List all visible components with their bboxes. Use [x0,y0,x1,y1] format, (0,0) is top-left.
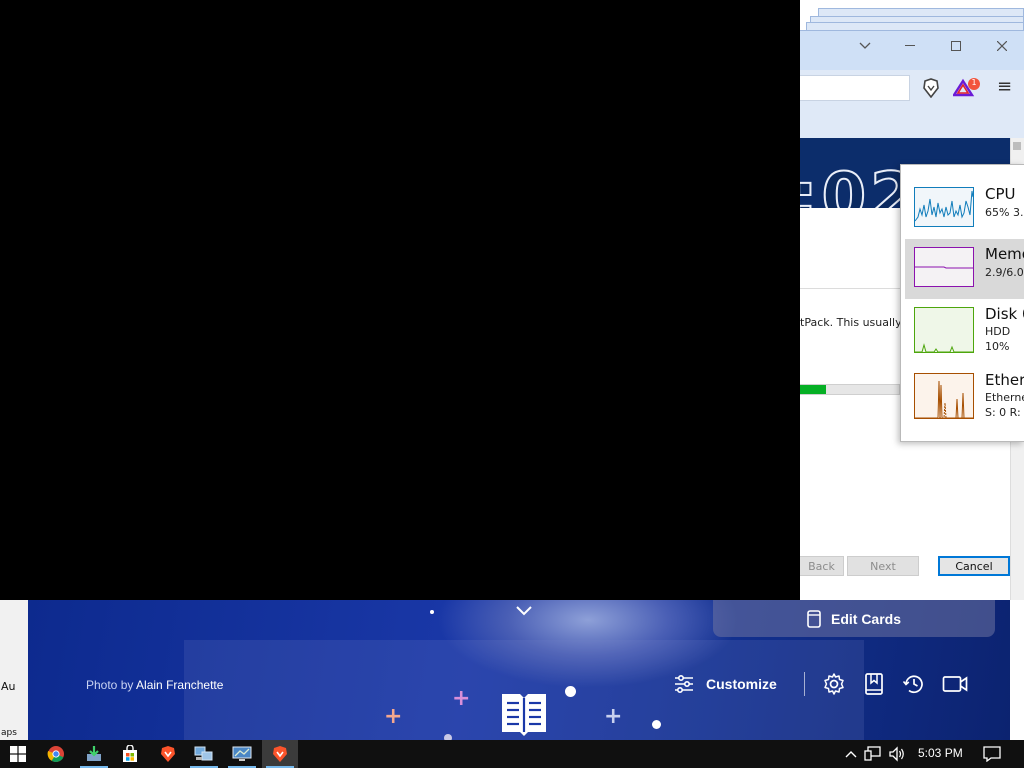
network-tray-button[interactable] [862,740,884,768]
reader-mode-book-icon[interactable] [498,688,550,740]
brave-icon [273,746,287,762]
customize-button[interactable]: Customize [674,672,777,696]
next-button[interactable]: Next [847,556,919,576]
perf-item-title: Etherr [985,371,1024,389]
rewards-badge: 1 [971,78,977,87]
blank-video-overlay [0,0,800,600]
taskbar-clock[interactable]: 5:03 PM [918,746,963,760]
decorative-dot [430,610,434,614]
start-button[interactable] [0,740,36,768]
volume-tray-button[interactable] [886,740,908,768]
close-button[interactable] [979,31,1024,61]
toolbar-separator [804,672,805,696]
installer-status-text: tPack. This usually ta [800,316,900,329]
perf-item-title: Disk 0 [985,305,1024,323]
store-bag-icon [123,745,137,762]
brave-icon [161,746,175,762]
maximize-button[interactable] [933,31,979,61]
chevron-up-icon [845,751,857,758]
action-center-button[interactable] [980,740,1004,768]
disk-graph [914,307,974,353]
cpu-graph [914,187,974,227]
photo-credit-prefix: Photo by [86,678,134,692]
brave-rewards-button[interactable]: 1 [951,78,983,102]
perf-item-value: 10% [985,340,1010,353]
download-installer-icon [87,746,101,761]
install-progress-bar [800,384,900,395]
bookmarks-icon[interactable] [862,672,886,696]
history-icon[interactable] [902,672,926,696]
notifications-icon [983,746,1001,762]
perf-item-title: CPU [985,185,1016,203]
rewards-triangle-icon [951,78,980,97]
browser-menu-button[interactable]: ≡ [997,76,1012,97]
brave-shields-button[interactable] [922,78,940,102]
perf-item-value: HDD [985,325,1011,338]
chevron-down-icon [859,42,871,49]
installer-divider [800,288,900,289]
task-manager-performance-panel: CPU 65% 3.7 Memo 2.9/6.0 Disk 0 HDD 10% … [900,164,1024,442]
minimize-icon [905,45,915,46]
ethernet-graph [914,373,974,419]
network-computers-icon [194,746,213,761]
close-icon [997,41,1007,51]
decorative-sparkle: + [452,686,471,711]
perf-item-disk[interactable]: Disk 0 HDD 10% [905,299,1024,359]
maximize-icon [951,41,961,51]
chrome-icon [47,746,64,762]
address-bar[interactable] [800,75,910,101]
cards-icon [807,609,821,628]
network-wired-icon [864,746,881,761]
perf-item-ethernet[interactable]: Etherr Etherne S: 0 R: 0 [905,365,1024,425]
chevron-down-icon[interactable] [514,604,534,618]
perf-item-memory[interactable]: Memo 2.9/6.0 [905,239,1024,299]
bookmarks-bar [800,106,1024,138]
install-progress-fill [800,385,826,394]
taskbar-downloads[interactable] [76,740,112,768]
cancel-button[interactable]: Cancel [938,556,1010,576]
memory-graph [914,247,974,287]
taskbar-remote-desktop[interactable] [224,740,260,768]
perf-item-value: 2.9/6.0 [985,266,1024,279]
decorative-sparkle: + [384,704,403,729]
taskbar-brave[interactable] [150,740,186,768]
tab-search-button[interactable] [842,31,888,61]
taskbar-store[interactable] [112,740,148,768]
windows-logo-icon [10,746,26,762]
minimize-button[interactable] [887,31,933,61]
sliders-icon [675,674,693,694]
decorative-sparkle: + [604,704,623,729]
perf-item-title: Memo [985,245,1024,263]
taskbar: 5:03 PM [0,740,1024,768]
perf-item-value: Etherne [985,391,1024,404]
taskbar-network-tool[interactable] [186,740,222,768]
scroll-up-arrow-icon[interactable] [1013,142,1021,150]
back-button[interactable]: Back [800,556,844,576]
speaker-icon [889,746,904,762]
brave-lion-icon [923,78,939,99]
new-tab-page: Edit Cards Photo by Alain Franchette Cus… [28,600,1010,740]
photographer-link[interactable]: Alain Franchette [136,678,223,692]
perf-item-value: 65% 3.7 [985,206,1024,219]
decorative-dot [652,720,661,729]
monitor-icon [232,746,252,761]
perf-item-cpu[interactable]: CPU 65% 3.7 [905,179,1024,239]
perf-item-value: S: 0 R: 0 [985,406,1024,419]
photo-credit: Photo by Alain Franchette [86,678,223,692]
desktop-icon-label-fragment[interactable]: Au [1,680,16,693]
decorative-dot [565,686,576,697]
show-hidden-icons-button[interactable] [840,740,862,768]
video-camera-icon[interactable] [942,672,968,696]
edit-cards-label: Edit Cards [830,610,901,627]
edit-cards-button[interactable]: Edit Cards [713,600,995,637]
title-bar [800,30,1024,70]
taskbar-chrome[interactable] [38,740,74,768]
desktop-label-fragment: aps [1,728,17,738]
settings-gear-icon[interactable] [822,672,846,696]
taskbar-brave-active[interactable] [262,740,298,768]
customize-label: Customize [706,676,777,692]
